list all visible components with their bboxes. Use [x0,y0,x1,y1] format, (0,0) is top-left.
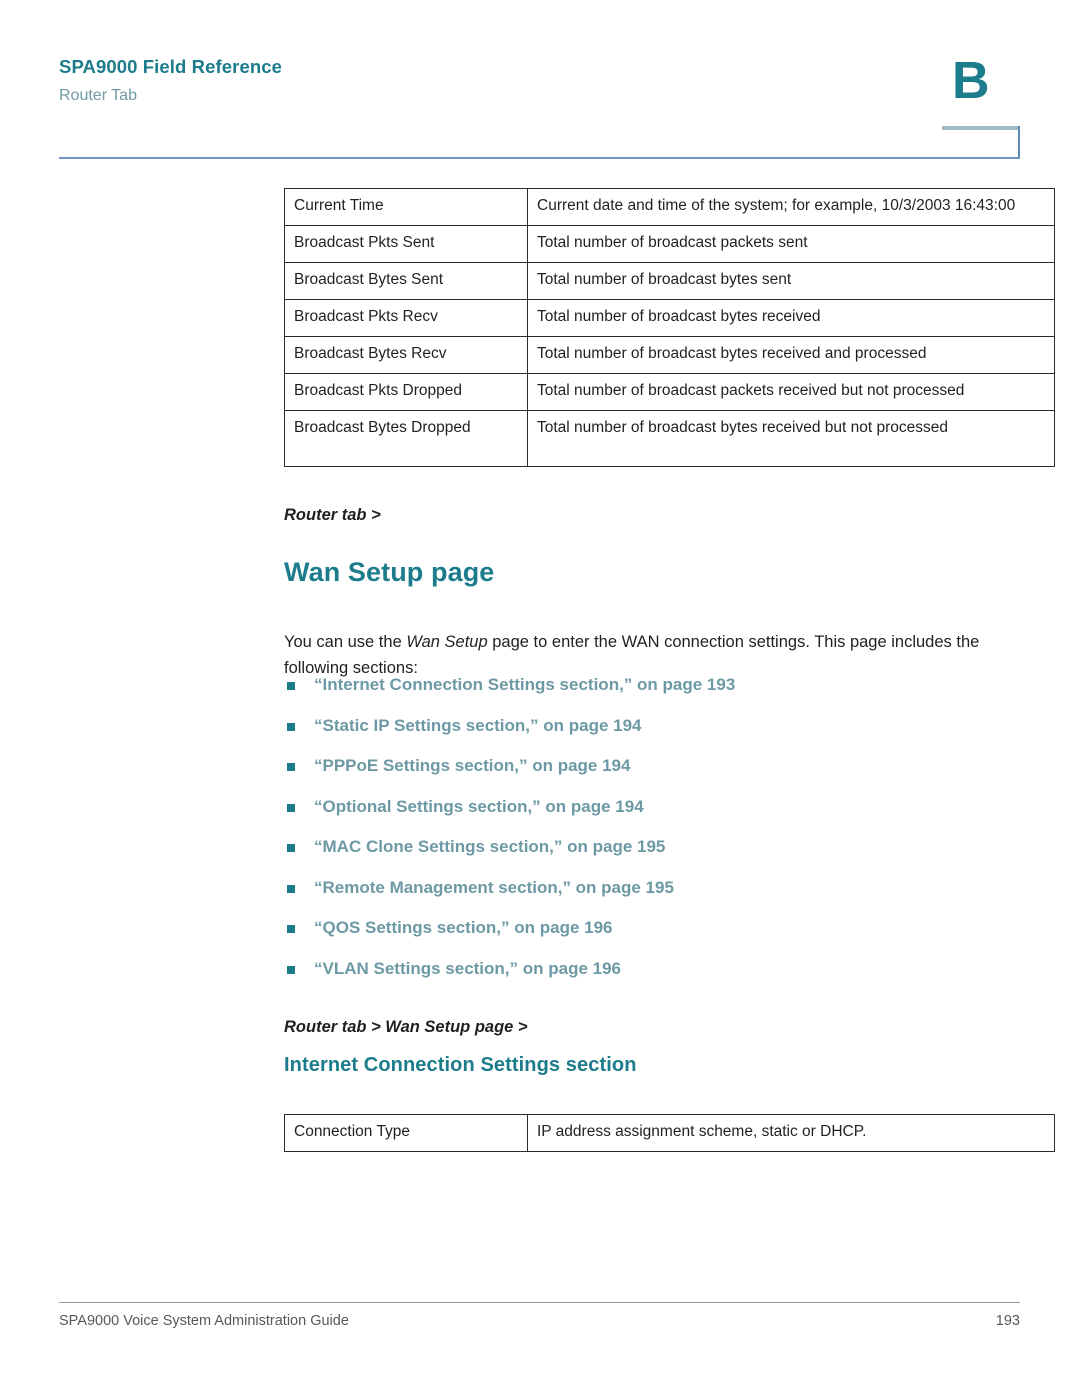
list-item[interactable]: “Internet Connection Settings section,” … [284,676,984,717]
list-item[interactable]: “QOS Settings section,” on page 196 [284,919,984,960]
table-row: Connection Type IP address assignment sc… [284,1114,1055,1152]
section-title-internet-connection-settings: Internet Connection Settings section [284,1054,637,1076]
table-cell-desc: Total number of broadcast packets sent [527,224,1055,263]
connection-settings-table: Connection Type IP address assignment sc… [284,1114,1055,1152]
xref-link[interactable]: “Internet Connection Settings section,” … [314,676,735,693]
table-row: Broadcast Bytes Sent Total number of bro… [284,261,1055,300]
breadcrumb-wan-setup-page: Router tab > Wan Setup page > [284,1018,528,1036]
footer-page-number: 193 [995,1313,1020,1329]
list-item[interactable]: “Static IP Settings section,” on page 19… [284,717,984,758]
table-cell-term: Connection Type [284,1114,528,1152]
table-cell-desc: Total number of broadcast bytes sent [527,261,1055,300]
square-bullet-icon [287,682,295,690]
table-cell-desc: Current date and time of the system; for… [527,188,1055,226]
list-item[interactable]: “Optional Settings section,” on page 194 [284,798,984,839]
page-header-subtitle: Router Tab [59,87,137,104]
page-title-wan-setup: Wan Setup page [284,557,495,587]
page-header-title: SPA9000 Field Reference [59,56,283,77]
table-cell-desc: Total number of broadcast bytes received [527,298,1055,337]
header-tab-cap-rule [942,126,1020,130]
square-bullet-icon [287,925,295,933]
table-row: Broadcast Pkts Recv Total number of broa… [284,298,1055,337]
square-bullet-icon [287,722,295,731]
square-bullet-icon [287,803,295,812]
table-cell-term: Current Time [284,188,528,226]
table-cell-term: Broadcast Pkts Dropped [284,372,528,411]
list-item[interactable]: “VLAN Settings section,” on page 196 [284,960,984,1001]
header-divider-rule [59,157,1020,159]
list-item[interactable]: “PPPoE Settings section,” on page 194 [284,757,984,798]
paragraph-emphasis: Wan Setup [406,632,488,651]
table-row: Current Time Current date and time of th… [284,188,1055,226]
table-cell-term: Broadcast Bytes Recv [284,335,528,374]
table-cell-term: Broadcast Bytes Dropped [284,409,528,468]
table-cell-term: Broadcast Bytes Sent [284,261,528,300]
header-tab-edge-rule [1018,126,1020,159]
breadcrumb-router-tab: Router tab > [284,506,381,524]
table-cell-term: Broadcast Pkts Recv [284,298,528,337]
table-cell-desc: Total number of broadcast bytes received… [527,335,1055,374]
list-item[interactable]: “MAC Clone Settings section,” on page 19… [284,838,984,879]
table-cell-desc: IP address assignment scheme, static or … [527,1114,1055,1152]
document-page: SPA9000 Field Reference Router Tab B Cur… [0,0,1080,1397]
xref-link[interactable]: “QOS Settings section,” on page 196 [314,919,613,936]
xref-link[interactable]: “Remote Management section,” on page 195 [314,879,674,896]
appendix-letter: B [952,52,990,110]
statistics-table: Current Time Current date and time of th… [284,188,1055,468]
square-bullet-icon [287,844,295,852]
table-row: Broadcast Pkts Dropped Total number of b… [284,372,1055,411]
table-cell-desc: Total number of broadcast packets receiv… [527,372,1055,411]
footer-divider-rule [59,1302,1020,1303]
xref-link[interactable]: “VLAN Settings section,” on page 196 [314,960,621,977]
xref-link[interactable]: “PPPoE Settings section,” on page 194 [314,757,630,774]
cross-reference-list: “Internet Connection Settings section,” … [284,676,984,1000]
square-bullet-icon [287,763,295,771]
table-row: Broadcast Bytes Dropped Total number of … [284,409,1055,468]
square-bullet-icon [287,884,295,893]
table-row: Broadcast Bytes Recv Total number of bro… [284,335,1055,374]
list-item[interactable]: “Remote Management section,” on page 195 [284,879,984,920]
paragraph-lead: You can use the [284,632,407,651]
intro-paragraph: You can use the Wan Setup page to enter … [284,629,1020,682]
table-row: Broadcast Pkts Sent Total number of broa… [284,224,1055,263]
table-cell-desc: Total number of broadcast bytes received… [527,409,1055,468]
square-bullet-icon [287,965,295,974]
xref-link[interactable]: “Static IP Settings section,” on page 19… [314,717,642,734]
table-cell-term: Broadcast Pkts Sent [284,224,528,263]
xref-link[interactable]: “Optional Settings section,” on page 194 [314,798,644,815]
xref-link[interactable]: “MAC Clone Settings section,” on page 19… [314,838,665,855]
